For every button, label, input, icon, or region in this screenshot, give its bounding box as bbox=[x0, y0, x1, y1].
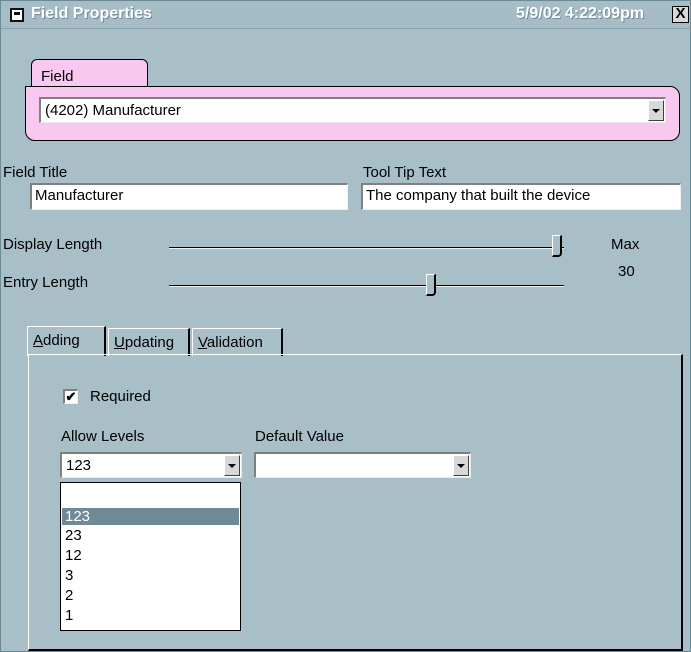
title-bar[interactable]: Field Properties 5/9/02 4:22:09pm X bbox=[1, 1, 690, 29]
tab-updating-mnemonic: U bbox=[114, 334, 125, 351]
tab-validation-label: alidation bbox=[206, 334, 263, 351]
field-select-value: (4202) Manufacturer bbox=[45, 102, 181, 119]
entry-length-track[interactable] bbox=[169, 285, 564, 287]
dropdown-option[interactable]: 3 bbox=[62, 567, 239, 584]
allow-levels-value: 123 bbox=[66, 457, 92, 474]
field-label: Field bbox=[41, 68, 74, 85]
field-title-input[interactable]: Manufacturer bbox=[30, 183, 348, 210]
chevron-down-icon[interactable] bbox=[453, 455, 469, 476]
dropdown-option[interactable]: 12 bbox=[62, 547, 239, 564]
display-length-slider-thumb[interactable] bbox=[552, 235, 562, 257]
window-icon bbox=[10, 8, 24, 22]
field-title-label: Field Title bbox=[3, 164, 68, 181]
max-value: 30 bbox=[618, 263, 635, 280]
entry-length-slider-thumb[interactable] bbox=[426, 274, 436, 296]
display-length-label: Display Length bbox=[3, 236, 103, 253]
tab-validation[interactable]: Validation bbox=[192, 328, 283, 356]
dropdown-option[interactable]: 23 bbox=[62, 527, 239, 544]
required-checkbox[interactable]: ✔ bbox=[63, 389, 78, 404]
window-title: Field Properties bbox=[31, 5, 152, 22]
dropdown-option[interactable]: 2 bbox=[62, 587, 239, 604]
default-value-label: Default Value bbox=[255, 428, 344, 445]
tab-updating[interactable]: Updating bbox=[108, 328, 190, 356]
tab-adding-label: dding bbox=[43, 332, 80, 349]
window-timestamp: 5/9/02 4:22:09pm bbox=[516, 5, 645, 22]
max-label: Max bbox=[611, 236, 640, 253]
tab-adding[interactable]: Adding bbox=[27, 326, 106, 356]
allow-levels-dropdown-list: 123 23 12 3 2 1 bbox=[60, 482, 241, 631]
tooltip-text-label: Tool Tip Text bbox=[363, 164, 447, 181]
chevron-down-icon[interactable] bbox=[648, 100, 664, 121]
display-length-track[interactable] bbox=[169, 247, 564, 249]
field-select[interactable]: (4202) Manufacturer bbox=[39, 97, 666, 123]
dropdown-option[interactable]: 1 bbox=[62, 607, 239, 624]
tab-adding-mnemonic: A bbox=[33, 332, 44, 349]
dropdown-option[interactable] bbox=[62, 485, 239, 502]
tab-updating-label: pdating bbox=[124, 334, 175, 351]
default-value-select[interactable] bbox=[254, 452, 471, 478]
dropdown-option[interactable]: 123 bbox=[62, 508, 239, 525]
allow-levels-select[interactable]: 123 bbox=[60, 452, 242, 478]
chevron-down-icon[interactable] bbox=[224, 455, 240, 476]
field-properties-window: Field Properties 5/9/02 4:22:09pm X Fiel… bbox=[0, 0, 691, 652]
entry-length-label: Entry Length bbox=[3, 274, 89, 291]
tab-validation-mnemonic: V bbox=[198, 334, 207, 351]
tooltip-text-input[interactable]: The company that built the device bbox=[361, 183, 681, 210]
checkmark-icon: ✔ bbox=[65, 389, 77, 404]
close-button[interactable]: X bbox=[672, 6, 689, 23]
required-label: Required bbox=[90, 388, 151, 405]
allow-levels-label: Allow Levels bbox=[61, 428, 145, 445]
